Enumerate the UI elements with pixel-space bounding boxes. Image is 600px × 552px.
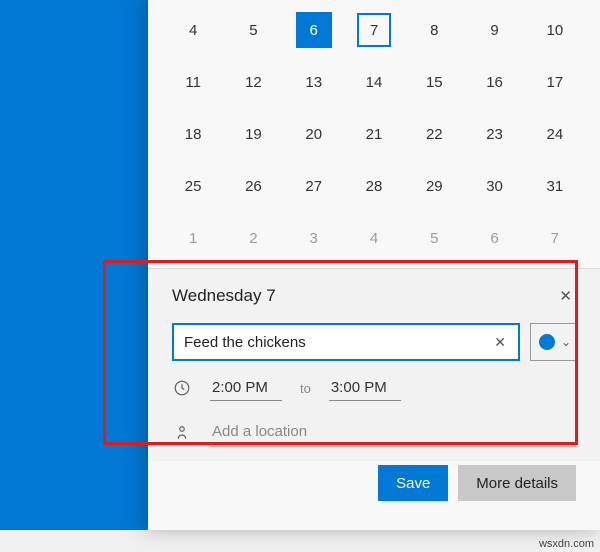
calendar-grid: 4567891011121314151617181920212223242526… [162, 6, 586, 256]
start-time-field[interactable]: 2:00 PM [210, 375, 282, 401]
end-time-field[interactable]: 3:00 PM [329, 375, 401, 401]
clock-icon [172, 378, 192, 398]
day-cell[interactable]: 7 [526, 220, 584, 256]
day-cell[interactable]: 26 [224, 168, 282, 204]
calendar-picker[interactable]: ⌄ [530, 323, 576, 361]
day-cell[interactable]: 12 [224, 64, 282, 100]
day-cell[interactable]: 11 [164, 64, 222, 100]
day-cell[interactable]: 1 [164, 220, 222, 256]
day-cell[interactable]: 19 [224, 116, 282, 152]
day-cell[interactable]: 6 [465, 220, 523, 256]
day-cell[interactable]: 30 [465, 168, 523, 204]
event-title-input-wrap[interactable]: ✕ [172, 323, 520, 361]
day-cell[interactable]: 21 [345, 116, 403, 152]
day-cell[interactable]: 8 [405, 12, 463, 48]
location-input[interactable] [210, 417, 576, 447]
event-header: Wednesday 7 ✕ [172, 283, 576, 309]
day-cell[interactable]: 22 [405, 116, 463, 152]
day-cell[interactable]: 6 [285, 12, 343, 48]
more-details-button[interactable]: More details [458, 465, 576, 501]
desktop-background [0, 0, 148, 530]
day-cell[interactable]: 20 [285, 116, 343, 152]
day-cell[interactable]: 23 [465, 116, 523, 152]
day-cell[interactable]: 18 [164, 116, 222, 152]
watermark-text: wsxdn.com [539, 538, 594, 550]
day-cell[interactable]: 9 [465, 12, 523, 48]
day-cell[interactable]: 7 [345, 12, 403, 48]
time-to-label: to [300, 381, 311, 396]
close-icon[interactable]: ✕ [555, 283, 576, 309]
day-cell[interactable]: 4 [345, 220, 403, 256]
event-location-row [172, 417, 576, 447]
day-cell[interactable]: 31 [526, 168, 584, 204]
day-cell[interactable]: 17 [526, 64, 584, 100]
clear-title-icon[interactable]: ✕ [488, 330, 512, 355]
event-time-row: 2:00 PM to 3:00 PM [172, 375, 576, 401]
day-cell[interactable]: 16 [465, 64, 523, 100]
event-date-title: Wednesday 7 [172, 286, 276, 306]
day-cell[interactable]: 4 [164, 12, 222, 48]
chevron-down-icon: ⌄ [561, 335, 571, 349]
event-title-row: ✕ ⌄ [172, 323, 576, 361]
day-cell[interactable]: 25 [164, 168, 222, 204]
day-cell[interactable]: 3 [285, 220, 343, 256]
day-cell[interactable]: 24 [526, 116, 584, 152]
day-cell[interactable]: 27 [285, 168, 343, 204]
day-cell[interactable]: 13 [285, 64, 343, 100]
quick-event-panel: Wednesday 7 ✕ ✕ ⌄ 2:00 PM to 3:00 PM [148, 268, 600, 461]
day-cell[interactable]: 29 [405, 168, 463, 204]
calendar-flyout: 4567891011121314151617181920212223242526… [148, 0, 600, 530]
location-icon [172, 422, 192, 442]
save-button[interactable]: Save [378, 465, 448, 501]
event-buttons-row: Save More details [148, 461, 600, 501]
event-title-input[interactable] [184, 334, 488, 351]
day-cell[interactable]: 14 [345, 64, 403, 100]
day-cell[interactable]: 5 [224, 12, 282, 48]
day-cell[interactable]: 2 [224, 220, 282, 256]
day-cell[interactable]: 10 [526, 12, 584, 48]
day-cell[interactable]: 28 [345, 168, 403, 204]
day-cell[interactable]: 5 [405, 220, 463, 256]
day-cell[interactable]: 15 [405, 64, 463, 100]
calendar-color-dot [539, 334, 555, 350]
